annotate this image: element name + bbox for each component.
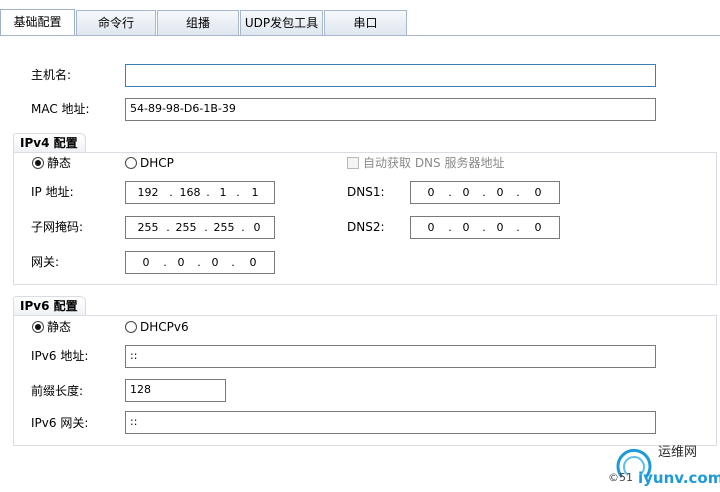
ip-dot: . bbox=[516, 186, 520, 199]
watermark: 运维网 ©51 iyunv.com bbox=[608, 437, 720, 489]
ip-octet: 0 bbox=[534, 186, 542, 199]
dns1-label: DNS1: bbox=[347, 185, 385, 199]
ipv6-address-input[interactable]: :: bbox=[125, 345, 656, 368]
ipv4-dhcp-radio[interactable] bbox=[125, 157, 137, 169]
ip-dot: . bbox=[163, 256, 167, 269]
ip-octet: 0 bbox=[177, 256, 185, 269]
ip-dot: . bbox=[169, 186, 173, 199]
ipv6-static-label: 静态 bbox=[47, 320, 72, 334]
ipv4-static-label: 静态 bbox=[47, 156, 72, 170]
hostname-label: 主机名: bbox=[31, 68, 72, 82]
tab-udp-tool[interactable]: UDP发包工具 bbox=[240, 10, 323, 35]
subnet-mask-input[interactable]: 255 . 255 . 255 . 0 bbox=[125, 216, 275, 239]
ip-octet: 0 bbox=[211, 256, 219, 269]
dns2-input[interactable]: 0 . 0 . 0 . 0 bbox=[410, 216, 560, 239]
watermark-cn: 运维网 bbox=[658, 445, 698, 460]
ip-dot: . bbox=[231, 256, 235, 269]
tab-basic-config[interactable]: 基础配置 bbox=[0, 9, 75, 36]
tab-label: 命令行 bbox=[97, 16, 134, 30]
hostname-input[interactable] bbox=[125, 64, 656, 87]
tab-serial[interactable]: 串口 bbox=[324, 10, 407, 35]
ip-dot: . bbox=[482, 221, 486, 234]
ip-octet: 255 bbox=[213, 221, 235, 234]
ip-dot: . bbox=[482, 186, 486, 199]
ipv6-gateway-input[interactable]: :: bbox=[125, 411, 656, 434]
dns2-label: DNS2: bbox=[347, 220, 385, 234]
ipv6-dhcp-label: DHCPv6 bbox=[140, 320, 189, 334]
ip-octet: 0 bbox=[142, 256, 150, 269]
tab-label: UDP发包工具 bbox=[244, 16, 319, 30]
ipv6-static-radio[interactable] bbox=[32, 321, 44, 333]
dns1-input[interactable]: 0 . 0 . 0 . 0 bbox=[410, 181, 560, 204]
ipv4-config-group bbox=[13, 152, 717, 285]
ip-dot: . bbox=[206, 186, 210, 199]
mac-label: MAC 地址: bbox=[31, 102, 90, 116]
ip-octet: 0 bbox=[496, 186, 504, 199]
tab-label: 基础配置 bbox=[13, 15, 62, 29]
watermark-prefix: ©51 bbox=[608, 471, 633, 484]
ip-octet: 1 bbox=[219, 186, 227, 199]
ipv4-dhcp-label: DHCP bbox=[140, 156, 174, 170]
ip-octet: 0 bbox=[496, 221, 504, 234]
ip-octet: 0 bbox=[427, 186, 435, 199]
tab-label: 组播 bbox=[185, 16, 210, 30]
ip-octet: 0 bbox=[534, 221, 542, 234]
ip-octet: 1 bbox=[251, 186, 259, 199]
gateway-input[interactable]: 0 . 0 . 0 . 0 bbox=[125, 251, 275, 274]
tab-bar: 基础配置 命令行 组播 UDP发包工具 串口 bbox=[0, 0, 720, 36]
ipv6-address-label: IPv6 地址: bbox=[31, 349, 89, 363]
mac-input[interactable]: 54-89-98-D6-1B-39 bbox=[125, 98, 656, 121]
tab-multicast[interactable]: 组播 bbox=[157, 10, 239, 35]
auto-dns-label: 自动获取 DNS 服务器地址 bbox=[363, 156, 505, 170]
ip-octet: 0 bbox=[462, 186, 470, 199]
ip-dot: . bbox=[197, 256, 201, 269]
prefix-length-label: 前缀长度: bbox=[31, 384, 84, 398]
ipv6-legend: IPv6 配置 bbox=[13, 296, 86, 316]
ip-octet: 255 bbox=[137, 221, 159, 234]
ip-octet: 0 bbox=[427, 221, 435, 234]
ip-octet: 168 bbox=[179, 186, 201, 199]
auto-dns-checkbox[interactable] bbox=[347, 157, 359, 169]
ip-dot: . bbox=[516, 221, 520, 234]
ip-octet: 0 bbox=[249, 256, 257, 269]
ip-address-input[interactable]: 192 . 168 . 1 . 1 bbox=[125, 181, 275, 204]
ip-octet: 192 bbox=[137, 186, 159, 199]
ip-octet: 0 bbox=[253, 221, 261, 234]
gateway-label: 网关: bbox=[31, 255, 60, 269]
ipv4-legend: IPv4 配置 bbox=[13, 133, 86, 153]
prefix-length-input[interactable]: 128 bbox=[125, 379, 226, 402]
tab-label: 串口 bbox=[353, 16, 378, 30]
tab-command-line[interactable]: 命令行 bbox=[76, 10, 156, 35]
ip-octet: 0 bbox=[462, 221, 470, 234]
ip-dot: . bbox=[448, 221, 452, 234]
ipv4-static-radio[interactable] bbox=[32, 157, 44, 169]
ipv6-gateway-label: IPv6 网关: bbox=[31, 416, 89, 430]
ip-octet: 255 bbox=[175, 221, 197, 234]
ip-dot: . bbox=[448, 186, 452, 199]
ip-dot: . bbox=[236, 186, 240, 199]
watermark-url: iyunv.com bbox=[638, 469, 720, 487]
tab-bar-divider bbox=[0, 35, 720, 36]
ipv6-dhcp-radio[interactable] bbox=[125, 321, 137, 333]
subnet-mask-label: 子网掩码: bbox=[31, 220, 84, 234]
ip-address-label: IP 地址: bbox=[31, 185, 74, 199]
